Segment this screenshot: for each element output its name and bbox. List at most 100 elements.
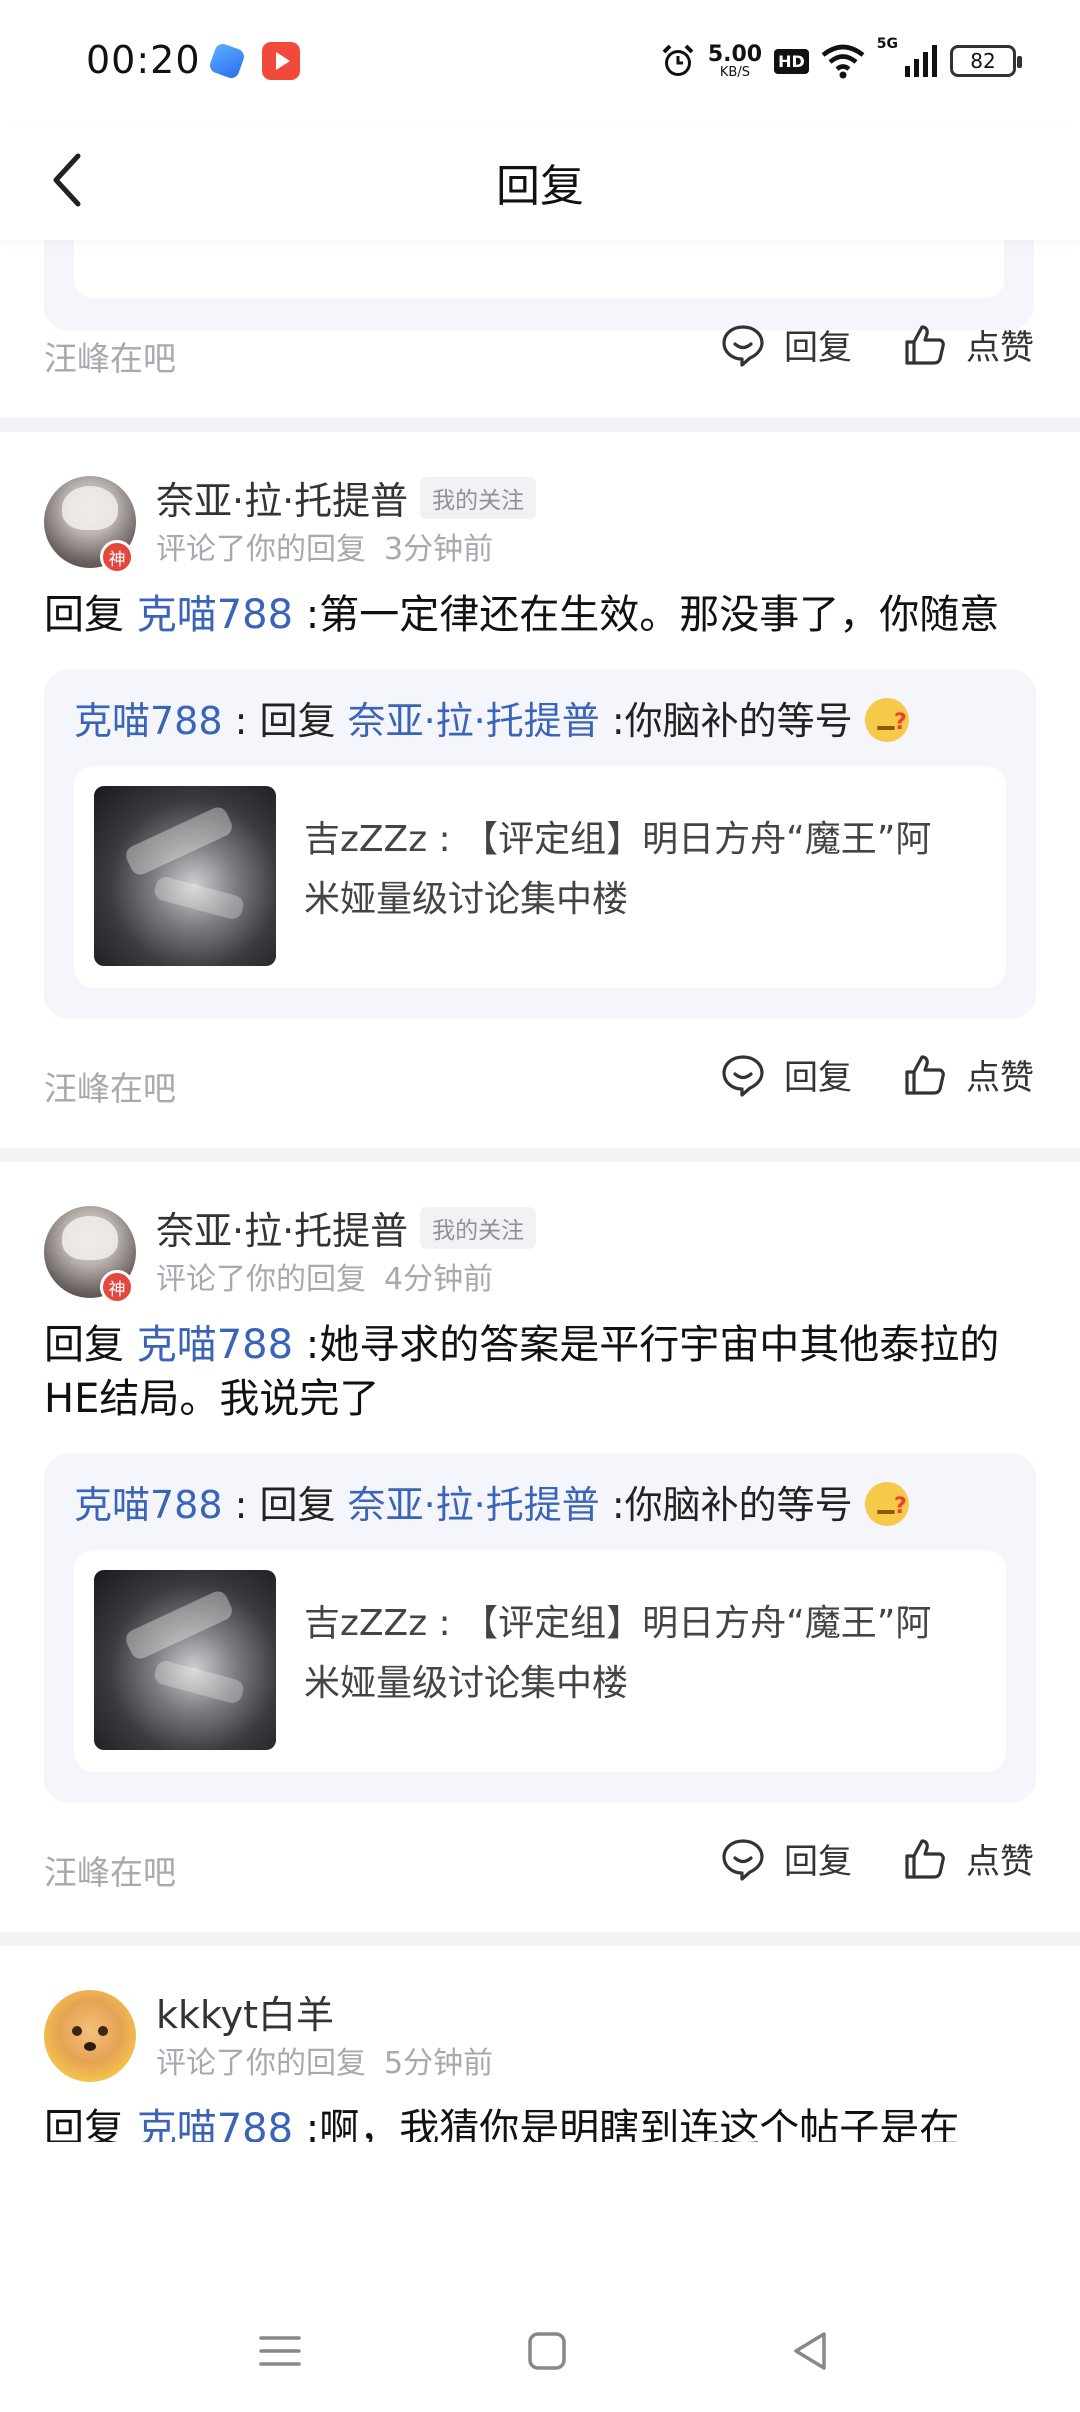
- timestamp: 5分钟前: [384, 2046, 494, 2081]
- home-button[interactable]: [522, 2326, 572, 2376]
- reply-label: 回复: [784, 1842, 852, 1882]
- network-type: 5G: [876, 36, 898, 52]
- meta-line: 评论了你的回复 5分钟前: [156, 2038, 493, 2082]
- username[interactable]: kkkyt白羊: [156, 1984, 334, 2039]
- item-separator: [0, 1932, 1080, 1946]
- item-separator: [0, 418, 1080, 432]
- mention-link[interactable]: 克喵788: [137, 1322, 293, 1368]
- reply-feed[interactable]: 汪峰在吧 回复 点赞 神 奈亚·拉·托提普 我的关注 评论了你的回复 3分钟前 …: [0, 240, 1080, 2286]
- reply-label: 回复: [784, 1058, 852, 1098]
- like-button[interactable]: 点赞: [902, 1834, 1034, 1883]
- timestamp: 4分钟前: [384, 1262, 494, 1297]
- forum-name[interactable]: 汪峰在吧: [44, 332, 176, 380]
- net-speed-value: 5.00: [707, 41, 763, 67]
- reply-button[interactable]: 回复: [720, 1834, 852, 1883]
- meta-line: 评论了你的回复 3分钟前: [156, 524, 493, 568]
- thumbs-up-icon: [905, 324, 945, 365]
- battery-level: 82: [970, 49, 996, 73]
- action-text: 评论了你的回复: [156, 2046, 366, 2081]
- video-app-notification-icon: [262, 42, 300, 80]
- action-text: 评论了你的回复: [156, 532, 366, 567]
- username-text: kkkyt白羊: [156, 1993, 335, 2037]
- net-speed: 5.00 KB/S: [707, 41, 763, 79]
- reply-content[interactable]: 回复 克喵788 :她寻求的答案是平行宇宙中其他泰拉的HE结局。我说完了: [0, 1318, 1080, 1426]
- status-time: 00:20: [86, 38, 201, 82]
- quote-mention-link[interactable]: 奈亚·拉·托提普: [348, 699, 600, 743]
- quote-line: 克喵788 : 回复 奈亚·拉·托提普 :你脑补的等号: [74, 692, 1006, 752]
- battery-indicator: 82: [950, 45, 1022, 77]
- thinking-emoji-icon: [864, 694, 909, 752]
- post-card[interactable]: 吉zZZz : 【评定组】明日方舟“魔王”阿米娅量级讨论集中楼: [74, 766, 1006, 988]
- item-separator: [0, 1148, 1080, 1162]
- reply-button[interactable]: 回复: [720, 320, 852, 369]
- previous-item-continuation: 汪峰在吧 回复 点赞: [0, 240, 1080, 418]
- quote-separator: : 回复: [222, 1483, 348, 1527]
- menu-lines-icon: [259, 2336, 301, 2366]
- reply-content[interactable]: 回复 克喵788 :第一定律还在生效。那没事了，你随意: [0, 588, 1080, 642]
- username-text: 奈亚·拉·托提普: [156, 1209, 409, 1253]
- quote-box[interactable]: 克喵788 : 回复 奈亚·拉·托提普 :你脑补的等号 吉zZZz : 【评定组…: [44, 670, 1036, 1018]
- hd-badge: HD: [774, 48, 809, 74]
- mention-link[interactable]: 克喵788: [137, 592, 293, 638]
- quote-author-link[interactable]: 克喵788: [74, 1483, 223, 1527]
- reply-body: :第一定律还在生效。那没事了，你随意: [293, 592, 1000, 638]
- recent-apps-button[interactable]: [255, 2326, 305, 2376]
- user-row: 神 奈亚·拉·托提普 我的关注 评论了你的回复 4分钟前: [0, 1162, 1080, 1318]
- reply-item[interactable]: 神 奈亚·拉·托提普 我的关注 评论了你的回复 4分钟前 回复 克喵788 :她寻求…: [0, 1162, 1080, 1932]
- god-badge: 神: [100, 1270, 134, 1304]
- quote-text: :你脑补的等号: [599, 699, 853, 743]
- square-home-icon: [528, 2332, 566, 2370]
- forum-name[interactable]: 汪峰在吧: [44, 1846, 176, 1894]
- user-row: 神 奈亚·拉·托提普 我的关注 评论了你的回复 3分钟前: [0, 432, 1080, 588]
- user-row: kkkyt白羊 评论了你的回复 5分钟前: [0, 1946, 1080, 2102]
- reply-item[interactable]: 神 奈亚·拉·托提普 我的关注 评论了你的回复 3分钟前 回复 克喵788 :第一定…: [0, 432, 1080, 1148]
- god-badge: 神: [100, 540, 134, 574]
- post-title: 吉zZZz : 【评定组】明日方舟“魔王”阿米娅量级讨论集中楼: [304, 819, 932, 920]
- item-actions: 回复 点赞: [720, 320, 1034, 369]
- item-footer: 汪峰在吧 回复 点赞: [0, 288, 1080, 418]
- reply-prefix: 回复: [44, 592, 124, 638]
- system-back-button[interactable]: [786, 2326, 836, 2376]
- item-actions: 回复 点赞: [720, 1050, 1034, 1099]
- reply-prefix: 回复: [44, 1322, 124, 1368]
- reply-button[interactable]: 回复: [720, 1050, 852, 1099]
- post-thumbnail: [94, 1570, 276, 1750]
- app-notification-icon: [207, 41, 247, 81]
- item-footer: 汪峰在吧 回复 点赞: [0, 1018, 1080, 1148]
- comment-bubble-icon: [722, 1838, 764, 1881]
- meta-line: 评论了你的回复 4分钟前: [156, 1254, 493, 1298]
- quote-text: :你脑补的等号: [599, 1483, 853, 1527]
- avatar[interactable]: [44, 1990, 136, 2082]
- quote-line: 克喵788 : 回复 奈亚·拉·托提普 :你脑补的等号: [74, 1476, 1006, 1536]
- post-title: 吉zZZz : 【评定组】明日方舟“魔王”阿米娅量级讨论集中楼: [304, 1603, 932, 1704]
- forum-name[interactable]: 汪峰在吧: [44, 1062, 176, 1110]
- signal-icon: [905, 45, 937, 77]
- item-actions: 回复 点赞: [720, 1834, 1034, 1883]
- username[interactable]: 奈亚·拉·托提普 我的关注: [156, 1200, 537, 1255]
- alarm-icon: [662, 44, 694, 76]
- post-card[interactable]: 吉zZZz : 【评定组】明日方舟“魔王”阿米娅量级讨论集中楼: [74, 1550, 1006, 1772]
- wifi-icon: [821, 44, 865, 79]
- reply-body: :啊，我猜你是明瞎到连这个帖子是在: [293, 2106, 960, 2142]
- post-thumbnail: [94, 786, 276, 966]
- quote-author-link[interactable]: 克喵788: [74, 699, 223, 743]
- triangle-back-icon: [794, 2332, 826, 2370]
- status-bar: 00:20 5.00 KB/S HD 5G 82: [0, 0, 1080, 122]
- quote-separator: : 回复: [222, 699, 348, 743]
- like-button[interactable]: 点赞: [902, 1050, 1034, 1099]
- username[interactable]: 奈亚·拉·托提普 我的关注: [156, 470, 537, 525]
- reply-content[interactable]: 回复 克喵788 :啊，我猜你是明瞎到连这个帖子是在: [0, 2102, 1080, 2142]
- reply-item[interactable]: kkkyt白羊 评论了你的回复 5分钟前 回复 克喵788 :啊，我猜你是明瞎到连…: [0, 1946, 1080, 2142]
- quote-mention-link[interactable]: 奈亚·拉·托提普: [348, 1483, 600, 1527]
- page-header: 回复: [0, 122, 1080, 240]
- follow-tag: 我的关注: [420, 1207, 537, 1249]
- like-label: 点赞: [966, 328, 1034, 368]
- comment-bubble-icon: [722, 1054, 764, 1097]
- like-button[interactable]: 点赞: [902, 320, 1034, 369]
- quote-box[interactable]: 克喵788 : 回复 奈亚·拉·托提普 :你脑补的等号 吉zZZz : 【评定组…: [44, 1454, 1036, 1802]
- like-label: 点赞: [966, 1842, 1034, 1882]
- mention-link[interactable]: 克喵788: [137, 2106, 293, 2142]
- thumbs-up-icon: [905, 1054, 945, 1095]
- reply-label: 回复: [784, 328, 852, 368]
- thinking-emoji-icon: [864, 1478, 909, 1536]
